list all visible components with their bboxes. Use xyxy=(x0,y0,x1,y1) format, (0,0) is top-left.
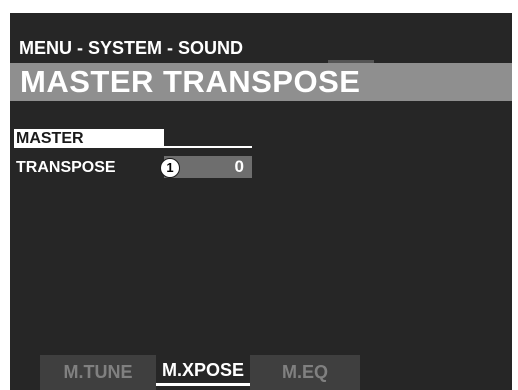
lcd-screen: MENU - SYSTEM - SOUND MASTER TRANSPOSE M… xyxy=(10,13,512,390)
group-label: MASTER xyxy=(16,130,84,147)
group-header-master: MASTER xyxy=(14,129,164,148)
transpose-label: TRANSPOSE xyxy=(16,159,116,176)
group-divider xyxy=(164,146,252,148)
callout-marker: 1 xyxy=(160,158,180,178)
tab-m-tune[interactable]: M.TUNE xyxy=(40,355,156,390)
active-tab-indicator xyxy=(156,383,250,386)
tab-bar: M.TUNE M.XPOSE M.EQ xyxy=(10,355,512,390)
page-title: MASTER TRANSPOSE xyxy=(20,64,361,99)
breadcrumb: MENU - SYSTEM - SOUND xyxy=(19,38,244,58)
tab-m-eq[interactable]: M.EQ xyxy=(250,355,360,390)
transpose-value: 0 xyxy=(234,157,244,176)
callout-number: 1 xyxy=(166,160,174,175)
